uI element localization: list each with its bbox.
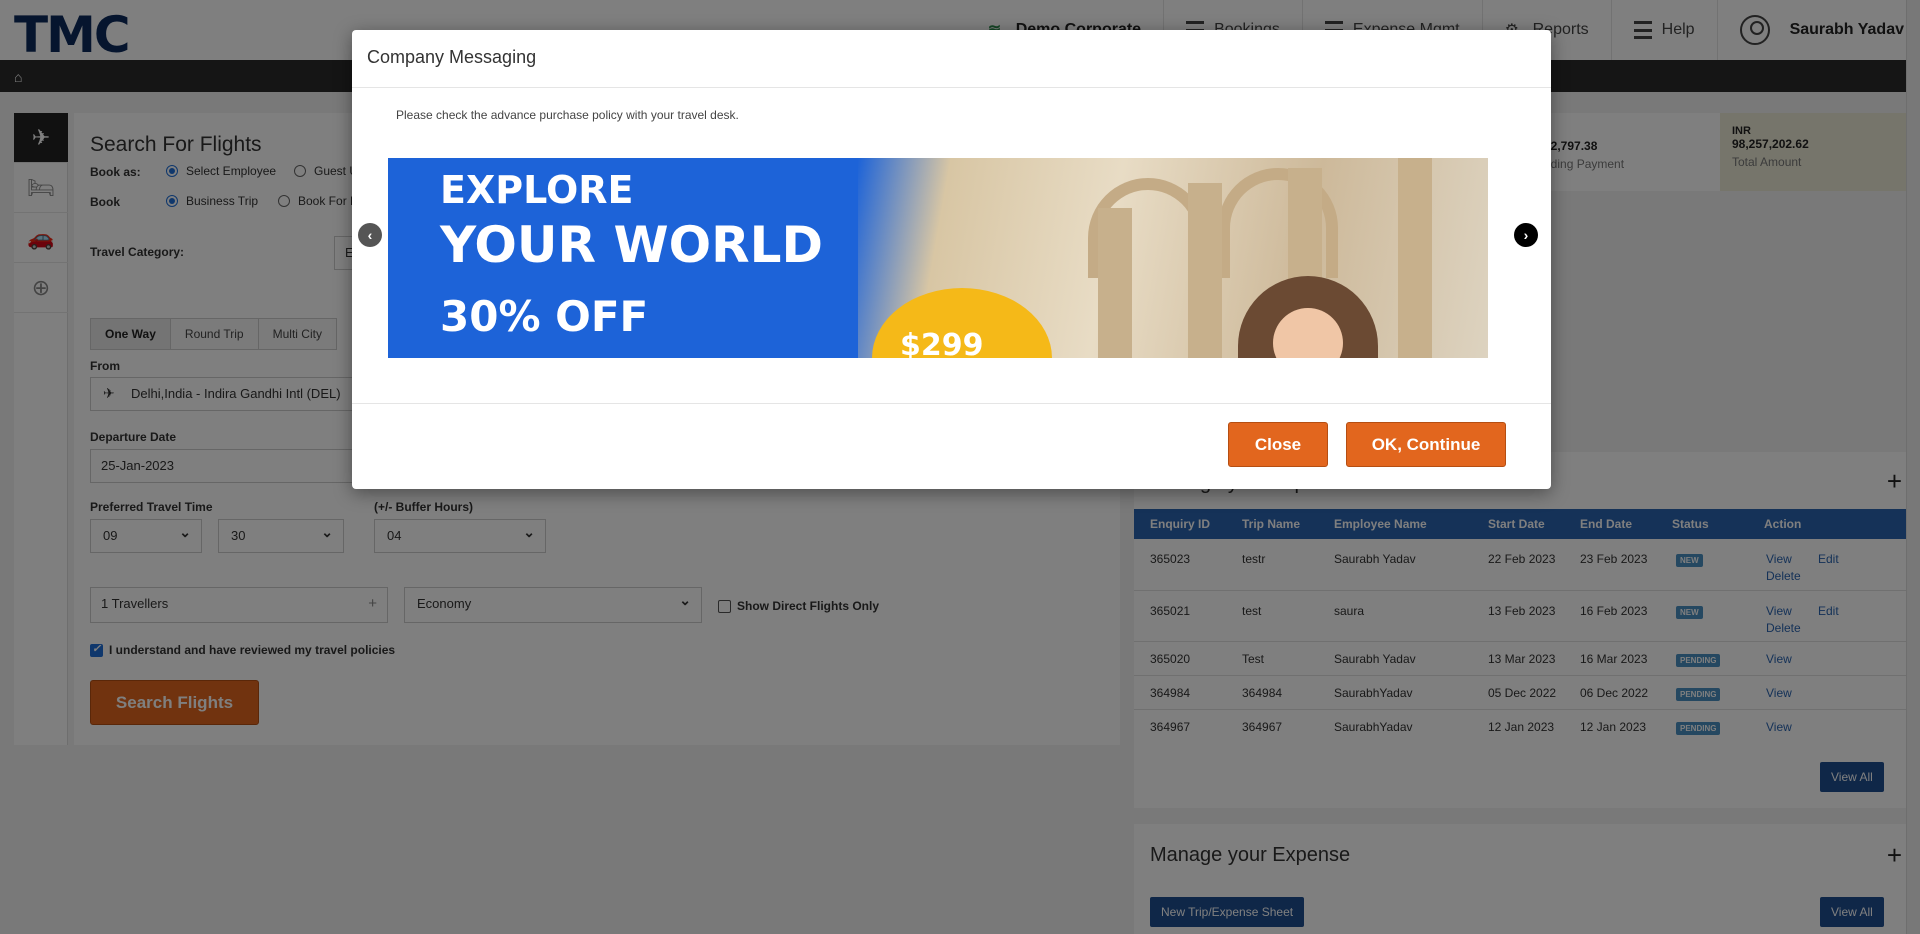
modal-title: Company Messaging [352,30,1551,88]
close-button[interactable]: Close [1228,422,1328,467]
modal-message: Please check the advance purchase policy… [396,108,739,122]
carousel-prev-icon[interactable]: ‹ [358,223,382,247]
promo-banner-image: EXPLORE YOUR WORLD 30% OFF $299 [388,158,1488,358]
ok-continue-button[interactable]: OK, Continue [1346,422,1506,467]
company-messaging-modal: Company Messaging Please check the advan… [352,30,1551,489]
carousel-next-icon[interactable]: › [1514,223,1538,247]
